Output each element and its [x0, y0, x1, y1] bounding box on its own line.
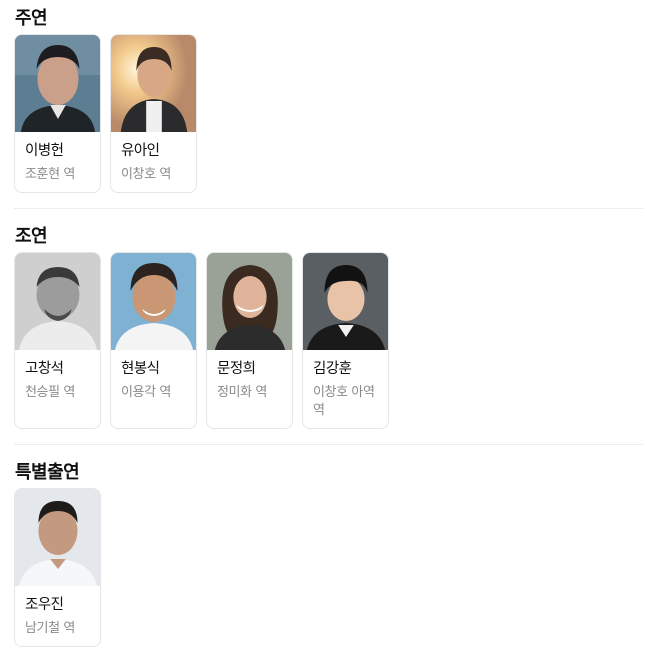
role-name: 조훈현 역	[25, 167, 75, 182]
cast-list: 고창석 천승필 역 현봉식 이용각 역 문정희 정미화 역 김강훈 이창호 아역…	[14, 252, 641, 429]
role-name: 남기철 역	[25, 621, 75, 636]
cast-card[interactable]: 현봉식 이용각 역	[110, 252, 197, 429]
actor-photo	[15, 253, 100, 350]
cast-card[interactable]: 김강훈 이창호 아역 역	[302, 252, 389, 429]
actor-photo	[303, 253, 388, 350]
actor-name: 김강훈	[313, 361, 352, 377]
actor-name: 조우진	[25, 597, 64, 613]
cast-card[interactable]: 문정희 정미화 역	[206, 252, 293, 429]
section-divider	[14, 444, 643, 445]
cast-list: 이병헌 조훈현 역 유아인 이창호 역	[14, 34, 641, 193]
section-divider	[14, 208, 643, 209]
section-main-cast: 주연 이병헌 조훈현 역 유아인 이창호 역	[14, 8, 641, 193]
actor-photo	[111, 253, 196, 350]
actor-name: 유아인	[121, 143, 160, 159]
actor-name: 현봉식	[121, 361, 160, 377]
cast-list: 조우진 남기철 역	[14, 488, 641, 647]
role-name: 천승필 역	[25, 385, 75, 400]
actor-name: 고창석	[25, 361, 64, 377]
actor-photo	[15, 489, 100, 586]
section-title: 조연	[15, 226, 48, 247]
cast-card[interactable]: 유아인 이창호 역	[110, 34, 197, 193]
cast-card[interactable]: 이병헌 조훈현 역	[14, 34, 101, 193]
section-special-appearance: 특별출연 조우진 남기철 역	[14, 462, 641, 647]
cast-card[interactable]: 조우진 남기철 역	[14, 488, 101, 647]
actor-photo	[15, 35, 100, 132]
actor-photo	[207, 253, 292, 350]
cast-card[interactable]: 고창석 천승필 역	[14, 252, 101, 429]
role-name: 정미화 역	[217, 385, 267, 400]
actor-name: 문정희	[217, 361, 256, 377]
section-title: 특별출연	[15, 462, 80, 483]
role-name: 이창호 역	[121, 167, 171, 182]
section-title: 주연	[15, 8, 48, 29]
section-supporting-cast: 조연 고창석 천승필 역 현봉식 이용각 역 문정희 정미화 역 김강훈 이창호…	[14, 226, 641, 429]
role-name: 이창호 아역 역	[313, 385, 375, 418]
role-name: 이용각 역	[121, 385, 171, 400]
actor-photo	[111, 35, 196, 132]
actor-name: 이병헌	[25, 143, 64, 159]
